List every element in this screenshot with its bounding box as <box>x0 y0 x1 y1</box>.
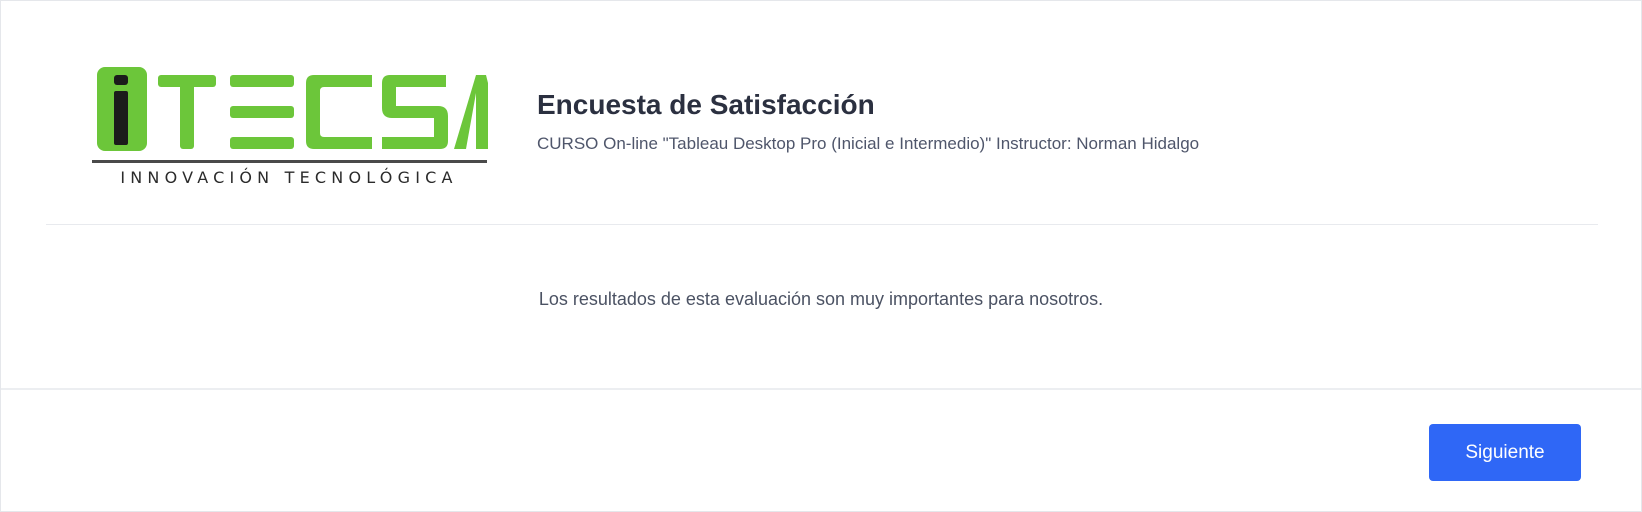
footer-divider <box>1 388 1641 390</box>
survey-header: INNOVACIÓN TECNOLÓGICA Encuesta de Satis… <box>1 1 1641 225</box>
next-button[interactable]: Siguiente <box>1429 424 1581 481</box>
svg-text:INNOVACIÓN TECNOLÓGICA: INNOVACIÓN TECNOLÓGICA <box>120 168 457 187</box>
page-title: Encuesta de Satisfacción <box>537 89 875 120</box>
intro-message: Los resultados de esta evaluación son mu… <box>538 289 1104 309</box>
itecsa-logo: INNOVACIÓN TECNOLÓGICA <box>92 67 488 187</box>
header-divider <box>46 224 1598 225</box>
course-subtitle: CURSO On-line "Tableau Desktop Pro (Inic… <box>537 134 1200 153</box>
survey-title-block: Encuesta de Satisfacción CURSO On-line "… <box>537 85 1199 155</box>
survey-card: INNOVACIÓN TECNOLÓGICA Encuesta de Satis… <box>0 0 1642 512</box>
